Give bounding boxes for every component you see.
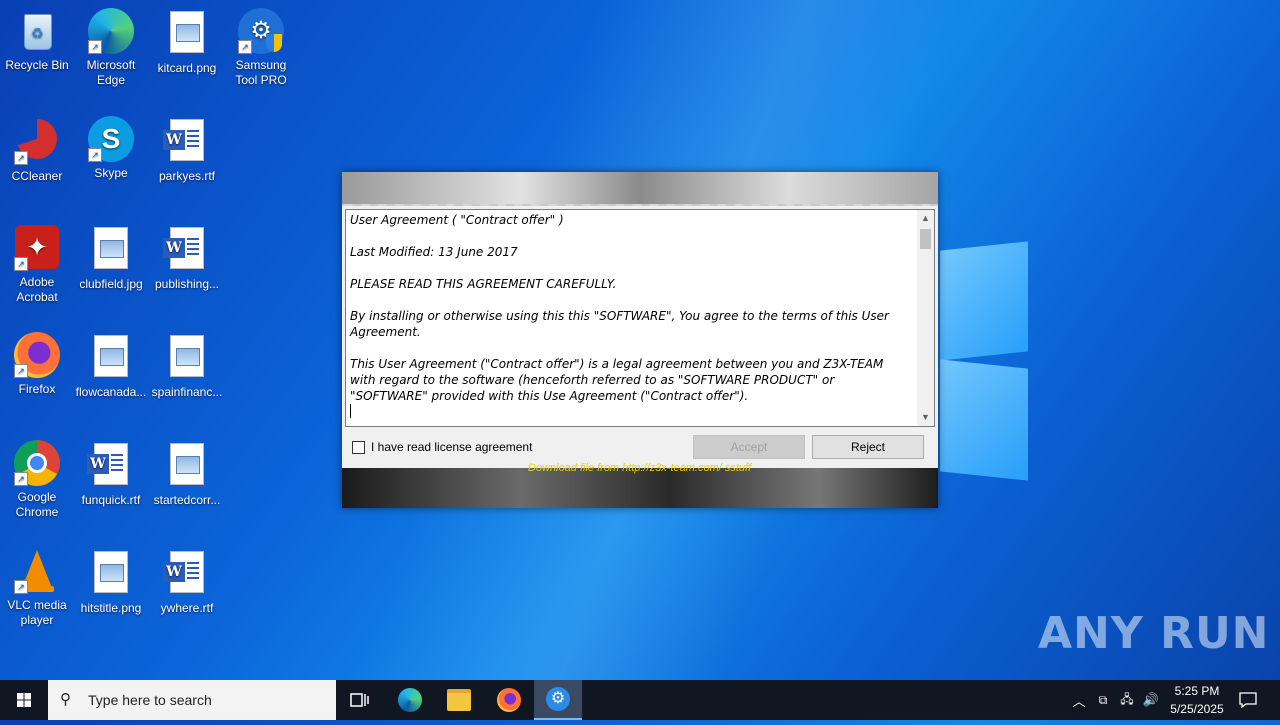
windows-start-icon [17, 693, 31, 707]
desktop-icon-flowcanada[interactable]: flowcanada... [74, 332, 148, 400]
taskbar: ⚲ Type here to search ⚙ ︿ ⧉ 🖧 🔊 5:25 PM … [0, 680, 1280, 720]
word-document-icon: W [87, 443, 134, 489]
search-placeholder: Type here to search [88, 692, 212, 708]
taskbar-search-box[interactable]: ⚲ Type here to search [48, 680, 336, 720]
license-text: User Agreement ( "Contract offer" ) Last… [350, 212, 910, 422]
desktop-icon-ywhere[interactable]: W ywhere.rtf [150, 548, 224, 616]
notification-icon [1239, 692, 1257, 708]
taskbar-firefox[interactable] [485, 680, 533, 720]
image-file-icon [164, 11, 210, 57]
clock-time: 5:25 PM [1174, 684, 1220, 698]
task-view-button[interactable] [336, 680, 384, 720]
scroll-down-arrow-icon[interactable]: ▼ [917, 409, 934, 426]
task-view-icon [350, 693, 369, 707]
network-button[interactable]: 🖧 [1116, 680, 1138, 720]
agreement-title: User Agreement ( "Contract offer" ) [350, 213, 564, 227]
edge-icon: ↗ [88, 8, 134, 54]
taskbar-file-explorer[interactable] [435, 680, 483, 720]
shortcut-arrow-icon: ↗ [14, 151, 28, 165]
desktop-icon-skype[interactable]: S ↗ Skype [74, 116, 148, 181]
desktop-icon-microsoft-edge[interactable]: ↗ Microsoft Edge [74, 8, 148, 88]
word-document-icon: W [163, 551, 210, 597]
shortcut-arrow-icon: ↗ [14, 472, 28, 486]
installer-banner-gears [342, 172, 938, 204]
clock-date: 5/25/2025 [1170, 702, 1224, 716]
checkbox-box[interactable] [352, 440, 365, 454]
network-icon: 🖧 [1120, 691, 1134, 706]
shortcut-arrow-icon: ↗ [14, 580, 28, 594]
shortcut-arrow-icon: ↗ [14, 257, 28, 271]
image-file-icon [88, 335, 134, 381]
image-file-icon [164, 335, 210, 381]
chevron-up-icon: ︿ [1072, 693, 1086, 709]
desktop-icon-adobe-acrobat[interactable]: ✦ ↗ Adobe Acrobat [0, 224, 74, 305]
license-panel: User Agreement ( "Contract offer" ) Last… [342, 206, 938, 468]
agreement-paragraph-1: By installing or otherwise using this th… [350, 309, 889, 339]
shortcut-arrow-icon: ↗ [14, 364, 28, 378]
accept-button[interactable]: Accept [693, 435, 805, 459]
desktop-icon-parkyes[interactable]: W parkyes.rtf [150, 116, 224, 184]
shortcut-arrow-icon: ↗ [88, 148, 102, 162]
firefox-icon [497, 688, 521, 712]
volume-icon: 🔊 [1142, 692, 1160, 707]
desktop-icon-startedcorr[interactable]: startedcorr... [150, 440, 224, 508]
license-installer-window: User Agreement ( "Contract offer" ) Last… [342, 172, 938, 508]
edge-icon [398, 688, 422, 712]
word-document-icon: W [163, 227, 210, 273]
shortcut-arrow-icon: ↗ [238, 40, 252, 54]
samsung-tool-gear-icon: ⚙ [546, 687, 570, 711]
adobe-acrobat-icon: ✦ ↗ [14, 225, 60, 271]
installer-footer-gears: Download file from http://z3x-team.com/ … [342, 462, 938, 508]
desktop-icons: ♻ Recycle Bin ↗ CCleaner ✦ ↗ Adobe Acrob… [0, 0, 300, 680]
read-license-checkbox[interactable]: I have read license agreement [352, 440, 532, 454]
action-center-button[interactable] [1230, 680, 1266, 720]
search-icon: ⚲ [60, 691, 71, 708]
scroll-up-arrow-icon[interactable]: ▲ [917, 210, 934, 227]
start-button[interactable] [0, 680, 48, 720]
read-license-label[interactable]: I have read license agreement [371, 440, 532, 454]
show-hidden-icons-button[interactable]: ︿ [1068, 680, 1090, 720]
ccleaner-icon: ↗ [14, 119, 60, 165]
desktop-icon-ccleaner[interactable]: ↗ CCleaner [0, 116, 74, 184]
desktop-icon-vlc[interactable]: ↗ VLC media player [0, 548, 74, 628]
image-file-icon [88, 551, 134, 597]
agreement-paragraph-2: This User Agreement ("Contract offer") i… [350, 357, 884, 403]
shortcut-arrow-icon: ↗ [88, 40, 102, 54]
desktop-icon-recycle-bin[interactable]: ♻ Recycle Bin [0, 8, 74, 73]
scroll-thumb[interactable] [920, 229, 931, 249]
word-document-icon: W [163, 119, 210, 165]
image-file-icon [164, 443, 210, 489]
firefox-icon: ↗ [14, 332, 60, 378]
chrome-icon: ↗ [14, 440, 60, 486]
volume-button[interactable]: 🔊 [1140, 680, 1162, 720]
desktop-icon-hitstitle[interactable]: hitstitle.png [74, 548, 148, 616]
desktop-icon-samsung-tool-pro[interactable]: ⚙ ↗ Samsung Tool PRO [224, 8, 298, 88]
text-caret [350, 404, 351, 418]
desktop-icon-kitcard[interactable]: kitcard.png [150, 8, 224, 76]
license-scrollbar[interactable]: ▲ ▼ [917, 210, 934, 426]
vlc-cone-icon: ↗ [14, 548, 60, 594]
license-textbox[interactable]: User Agreement ( "Contract offer" ) Last… [345, 209, 935, 427]
tray-device-icon: ⧉ [1098, 692, 1108, 707]
agreement-read-carefully: PLEASE READ THIS AGREEMENT CAREFULLY. [350, 277, 617, 291]
anyrun-watermark: ANY RUN [1038, 608, 1270, 659]
desktop-icon-spainfinanc[interactable]: spainfinanc... [150, 332, 224, 400]
tray-app-icon[interactable]: ⧉ [1092, 680, 1114, 720]
folder-icon [447, 689, 471, 711]
desktop-icon-funquick[interactable]: W funquick.rtf [74, 440, 148, 508]
taskbar-edge[interactable] [386, 680, 434, 720]
recycle-bin-icon: ♻ [14, 8, 60, 54]
desktop-icon-firefox[interactable]: ↗ Firefox [0, 332, 74, 397]
desktop-icon-publishing[interactable]: W publishing... [150, 224, 224, 292]
samsung-tool-gear-icon: ⚙ ↗ [238, 8, 284, 54]
reject-button[interactable]: Reject [812, 435, 924, 459]
taskbar-clock[interactable]: 5:25 PM 5/25/2025 [1160, 682, 1234, 718]
image-file-icon [88, 227, 134, 273]
desktop-icon-clubfield[interactable]: clubfield.jpg [74, 224, 148, 292]
desktop-icon-google-chrome[interactable]: ↗ Google Chrome [0, 440, 74, 520]
taskbar-samsung-tool[interactable]: ⚙ [534, 680, 582, 720]
skype-icon: S ↗ [88, 116, 134, 162]
agreement-modified: Last Modified: 13 June 2017 [350, 245, 518, 259]
footer-download-text: Download file from http://z3x-team.com/ … [528, 462, 752, 474]
